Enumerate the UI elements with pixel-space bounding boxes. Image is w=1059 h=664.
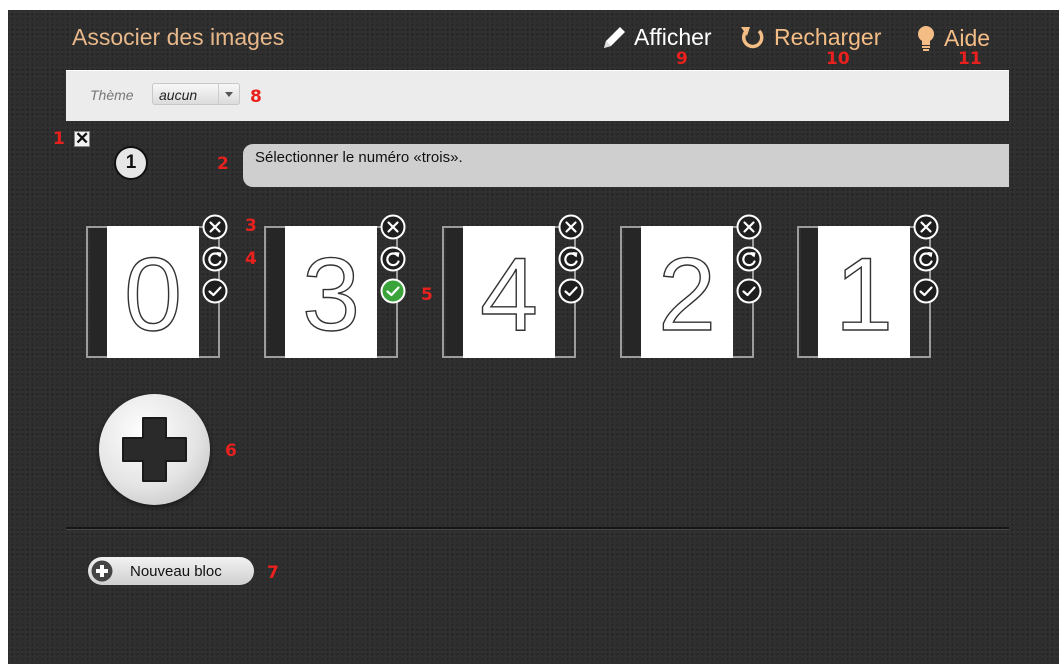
card-band	[624, 228, 641, 356]
close-icon: ✕	[75, 129, 90, 148]
marker-8: 8	[250, 87, 262, 107]
recharger-button[interactable]: Recharger	[738, 24, 881, 51]
marker-7: 7	[267, 563, 279, 583]
check-icon	[736, 278, 762, 304]
page-title: Associer des images	[72, 24, 285, 50]
remove-image-button[interactable]	[202, 214, 228, 240]
marker-6: 6	[225, 441, 237, 461]
card-digit: 3	[302, 237, 360, 353]
mark-correct-button[interactable]	[558, 278, 584, 304]
marker-11: 11	[958, 49, 982, 69]
close-block-button[interactable]: ✕	[74, 129, 90, 148]
rotate-image-button[interactable]	[736, 246, 762, 272]
card-band	[801, 228, 818, 356]
chevron-down-icon	[218, 84, 239, 104]
reload-icon	[741, 26, 764, 48]
remove-icon	[380, 214, 406, 240]
image-card[interactable]: 3	[264, 214, 406, 358]
remove-icon	[558, 214, 584, 240]
remove-icon	[913, 214, 939, 240]
marker-2: 2	[217, 154, 229, 174]
check-icon	[202, 278, 228, 304]
rotate-icon	[202, 246, 228, 272]
check-icon	[558, 278, 584, 304]
marker-1: 1	[53, 129, 65, 149]
rotate-image-button[interactable]	[913, 246, 939, 272]
theme-toolbar: Thème aucun	[66, 70, 1009, 121]
lightbulb-icon	[918, 26, 934, 51]
plus-icon	[122, 417, 187, 482]
image-card[interactable]: 4	[442, 214, 584, 358]
card-digit: 4	[480, 237, 538, 353]
card-image: 2	[641, 226, 733, 358]
image-card[interactable]: 1	[797, 214, 939, 358]
mark-correct-button[interactable]	[380, 278, 406, 304]
card-image: 4	[463, 226, 555, 358]
new-block-button[interactable]: Nouveau bloc	[88, 557, 254, 585]
theme-label: Thème	[90, 87, 134, 103]
mark-correct-button[interactable]	[736, 278, 762, 304]
remove-icon	[736, 214, 762, 240]
theme-select-value: aucun	[159, 87, 198, 103]
plus-icon	[91, 560, 113, 582]
pencil-icon	[604, 26, 625, 48]
rotate-image-button[interactable]	[202, 246, 228, 272]
card-band	[268, 228, 285, 356]
card-digit: 1	[835, 237, 893, 353]
section-divider	[66, 527, 1009, 530]
recharger-label: Recharger	[774, 24, 882, 50]
mark-correct-button[interactable]	[202, 278, 228, 304]
rotate-icon	[558, 246, 584, 272]
card-band	[90, 228, 107, 356]
card-image: 1	[818, 226, 910, 358]
remove-icon	[202, 214, 228, 240]
afficher-button[interactable]: Afficher	[598, 24, 712, 51]
rotate-icon	[380, 246, 406, 272]
marker-3: 3	[245, 216, 257, 236]
check-icon	[913, 278, 939, 304]
card-digit: 0	[124, 237, 182, 353]
new-block-label: Nouveau bloc	[130, 563, 222, 580]
block-number: 1	[114, 146, 148, 180]
image-card[interactable]: 0	[86, 214, 228, 358]
card-image: 3	[285, 226, 377, 358]
image-card[interactable]: 2	[620, 214, 762, 358]
theme-select[interactable]: aucun	[152, 83, 240, 105]
card-band	[446, 228, 463, 356]
aide-button[interactable]: Aide	[914, 24, 990, 52]
aide-label: Aide	[944, 24, 991, 51]
card-digit: 2	[658, 237, 716, 353]
question-field[interactable]: Sélectionner le numéro «trois».	[243, 144, 1009, 187]
mark-correct-button[interactable]	[913, 278, 939, 304]
card-image: 0	[107, 226, 199, 358]
add-image-button[interactable]	[99, 394, 210, 505]
marker-4: 4	[245, 249, 257, 269]
remove-image-button[interactable]	[380, 214, 406, 240]
marker-10: 10	[826, 49, 850, 69]
rotate-icon	[913, 246, 939, 272]
rotate-image-button[interactable]	[380, 246, 406, 272]
rotate-image-button[interactable]	[558, 246, 584, 272]
marker-5: 5	[421, 285, 433, 305]
marker-9: 9	[676, 49, 688, 69]
check-icon	[380, 278, 406, 304]
remove-image-button[interactable]	[736, 214, 762, 240]
remove-image-button[interactable]	[913, 214, 939, 240]
remove-image-button[interactable]	[558, 214, 584, 240]
afficher-label: Afficher	[634, 24, 712, 50]
rotate-icon	[736, 246, 762, 272]
